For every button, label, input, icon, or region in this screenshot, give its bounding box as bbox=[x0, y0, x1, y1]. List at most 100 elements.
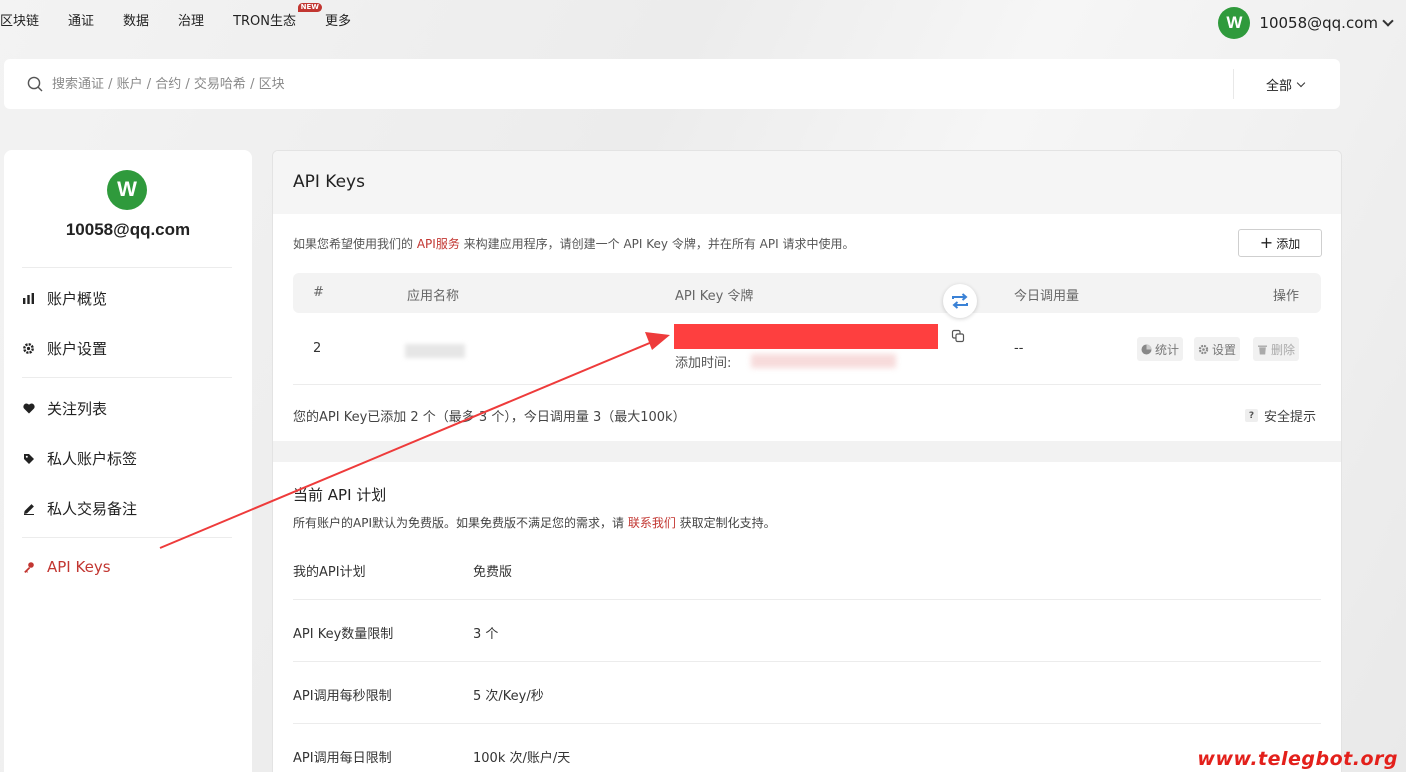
nav-menu: 区块链 通证 数据 治理 TRON生态 NEW 更多 bbox=[0, 3, 380, 29]
tag-icon bbox=[22, 452, 35, 465]
sidebar-item-watchlist[interactable]: 关注列表 bbox=[22, 398, 107, 419]
nav-item-ecosystem-label: TRON生态 bbox=[233, 14, 296, 29]
avatar: W bbox=[1218, 7, 1251, 39]
plan-desc-suffix: 获取定制化支持。 bbox=[675, 516, 776, 530]
sidebar-divider bbox=[22, 267, 232, 268]
api-key-redacted bbox=[674, 324, 938, 349]
gear-icon bbox=[22, 342, 35, 355]
stats-button[interactable]: 统计 bbox=[1137, 337, 1184, 361]
user-email: 10058@qq.com bbox=[1259, 14, 1378, 32]
plan-desc-prefix: 所有账户的API默认为免费版。如果免费版不满足您的需求，请 bbox=[293, 516, 628, 530]
delete-button[interactable]: 删除 bbox=[1253, 337, 1300, 361]
sidebar-item-account-settings[interactable]: 账户设置 bbox=[22, 338, 107, 359]
nav-item-blockchain[interactable]: 区块链 bbox=[0, 10, 39, 29]
plan-row: API调用每秒限制 5 次/Key/秒 bbox=[293, 662, 1321, 724]
plan-description: 所有账户的API默认为免费版。如果免费版不满足您的需求，请 联系我们 获取定制化… bbox=[293, 514, 776, 531]
nav-item-data[interactable]: 数据 bbox=[123, 10, 149, 29]
col-actions: 操作 bbox=[1273, 289, 1300, 304]
contact-us-link[interactable]: 联系我们 bbox=[628, 516, 676, 530]
today-calls-value: -- bbox=[1014, 341, 1024, 356]
table-header: # 应用名称 API Key 令牌 今日调用量 操作 bbox=[293, 273, 1321, 313]
api-key-summary: 您的API Key已添加 2 个（最多 3 个），今日调用量 3（最大100k） bbox=[293, 410, 686, 425]
refresh-icon bbox=[952, 293, 968, 309]
sidebar-item-api-keys[interactable]: API Keys bbox=[22, 558, 111, 576]
gear-icon bbox=[1198, 344, 1209, 354]
plan-row-value: 100k 次/账户/天 bbox=[473, 751, 571, 766]
pencil-icon bbox=[22, 502, 35, 515]
plan-row-key: 我的API计划 bbox=[293, 565, 366, 580]
intro-suffix: 来构建应用程序，请创建一个 API Key 令牌，并在所有 API 请求中使用。 bbox=[459, 237, 855, 251]
search-filter-dropdown[interactable]: 全部 bbox=[1266, 75, 1306, 94]
add-button-label: 添加 bbox=[1276, 236, 1301, 251]
sidebar: W 10058@qq.com 账户概览 账户设置 关注列表 私人账户标签 私人交… bbox=[4, 150, 252, 772]
plan-row: 我的API计划 免费版 bbox=[293, 538, 1321, 600]
added-time-blurred bbox=[751, 354, 896, 368]
chevron-down-icon bbox=[1382, 15, 1394, 27]
trash-icon bbox=[1258, 345, 1267, 354]
top-nav: 区块链 通证 数据 治理 TRON生态 NEW 更多 W 10058@qq.co… bbox=[0, 0, 1406, 44]
nav-item-more[interactable]: 更多 bbox=[325, 10, 351, 29]
search-divider bbox=[1233, 69, 1234, 99]
col-today-calls: 今日调用量 bbox=[1014, 289, 1080, 304]
pie-chart-icon bbox=[1141, 344, 1152, 354]
profile-avatar: W bbox=[107, 170, 147, 210]
chevron-down-icon bbox=[1296, 78, 1306, 88]
sidebar-item-private-notes[interactable]: 私人交易备注 bbox=[22, 498, 137, 519]
section-divider bbox=[273, 441, 1341, 462]
plan-row: API调用每日限制 100k 次/账户/天 bbox=[293, 724, 1321, 772]
sidebar-divider bbox=[22, 377, 232, 378]
bar-chart-icon bbox=[22, 292, 35, 305]
app-name-blurred bbox=[405, 344, 465, 358]
plan-title: 当前 API 计划 bbox=[293, 486, 387, 504]
nav-item-tokens[interactable]: 通证 bbox=[68, 10, 94, 29]
api-service-link[interactable]: API服务 bbox=[417, 237, 460, 251]
user-menu[interactable]: W 10058@qq.com bbox=[1218, 7, 1394, 39]
question-icon: ? bbox=[1245, 409, 1258, 422]
sidebar-item-label: 关注列表 bbox=[47, 400, 108, 418]
added-time-label: 添加时间: bbox=[675, 356, 732, 371]
add-api-key-button[interactable]: + 添加 bbox=[1238, 229, 1322, 257]
sidebar-divider bbox=[22, 537, 232, 538]
security-tip-label: 安全提示 bbox=[1264, 410, 1317, 425]
plan-row-value: 3 个 bbox=[473, 627, 499, 642]
col-app-name: 应用名称 bbox=[407, 289, 460, 304]
stats-label: 统计 bbox=[1155, 342, 1180, 357]
intro-text: 如果您希望使用我们的 API服务 来构建应用程序，请创建一个 API Key 令… bbox=[293, 235, 854, 252]
search-bar: 全部 bbox=[4, 59, 1340, 109]
sidebar-item-label: API Keys bbox=[47, 558, 111, 576]
security-tip-link[interactable]: ? 安全提示 bbox=[1245, 406, 1316, 425]
intro-prefix: 如果您希望使用我们的 bbox=[293, 237, 417, 251]
plan-row-value: 5 次/Key/秒 bbox=[473, 689, 544, 704]
nav-item-governance[interactable]: 治理 bbox=[178, 10, 204, 29]
settings-button[interactable]: 设置 bbox=[1194, 337, 1241, 361]
watermark: www.telegbot.org bbox=[1197, 748, 1398, 770]
plan-row-value: 免费版 bbox=[473, 565, 513, 580]
sidebar-item-label: 私人账户标签 bbox=[47, 450, 138, 468]
new-badge: NEW bbox=[297, 3, 322, 12]
heart-icon bbox=[22, 402, 35, 415]
plan-row-key: API调用每秒限制 bbox=[293, 689, 392, 704]
search-icon bbox=[27, 76, 43, 92]
page-title: API Keys bbox=[273, 151, 1341, 214]
api-keys-panel: API Keys 如果您希望使用我们的 API服务 来构建应用程序，请创建一个 … bbox=[272, 150, 1342, 772]
search-filter-label: 全部 bbox=[1266, 79, 1293, 94]
plan-row-key: API调用每日限制 bbox=[293, 751, 392, 766]
col-index: # bbox=[313, 285, 324, 300]
sidebar-item-private-tags[interactable]: 私人账户标签 bbox=[22, 448, 137, 469]
sidebar-item-label: 账户概览 bbox=[47, 290, 108, 308]
profile-email: 10058@qq.com bbox=[65, 220, 191, 239]
plan-row: API Key数量限制 3 个 bbox=[293, 600, 1321, 662]
sidebar-item-label: 账户设置 bbox=[47, 340, 108, 358]
row-index: 2 bbox=[313, 341, 322, 356]
nav-item-ecosystem[interactable]: TRON生态 NEW bbox=[233, 3, 322, 29]
search-input[interactable] bbox=[52, 71, 1152, 97]
delete-label: 删除 bbox=[1271, 342, 1296, 357]
col-api-key: API Key 令牌 bbox=[675, 289, 754, 304]
plus-icon: + bbox=[1259, 233, 1274, 252]
table-row: 2 添加时间: -- 统计 设置 删除 bbox=[293, 313, 1321, 385]
copy-icon[interactable] bbox=[951, 329, 965, 343]
refresh-button[interactable] bbox=[943, 284, 977, 318]
key-icon bbox=[22, 561, 35, 574]
plan-row-key: API Key数量限制 bbox=[293, 627, 394, 642]
sidebar-item-account-overview[interactable]: 账户概览 bbox=[22, 288, 107, 309]
